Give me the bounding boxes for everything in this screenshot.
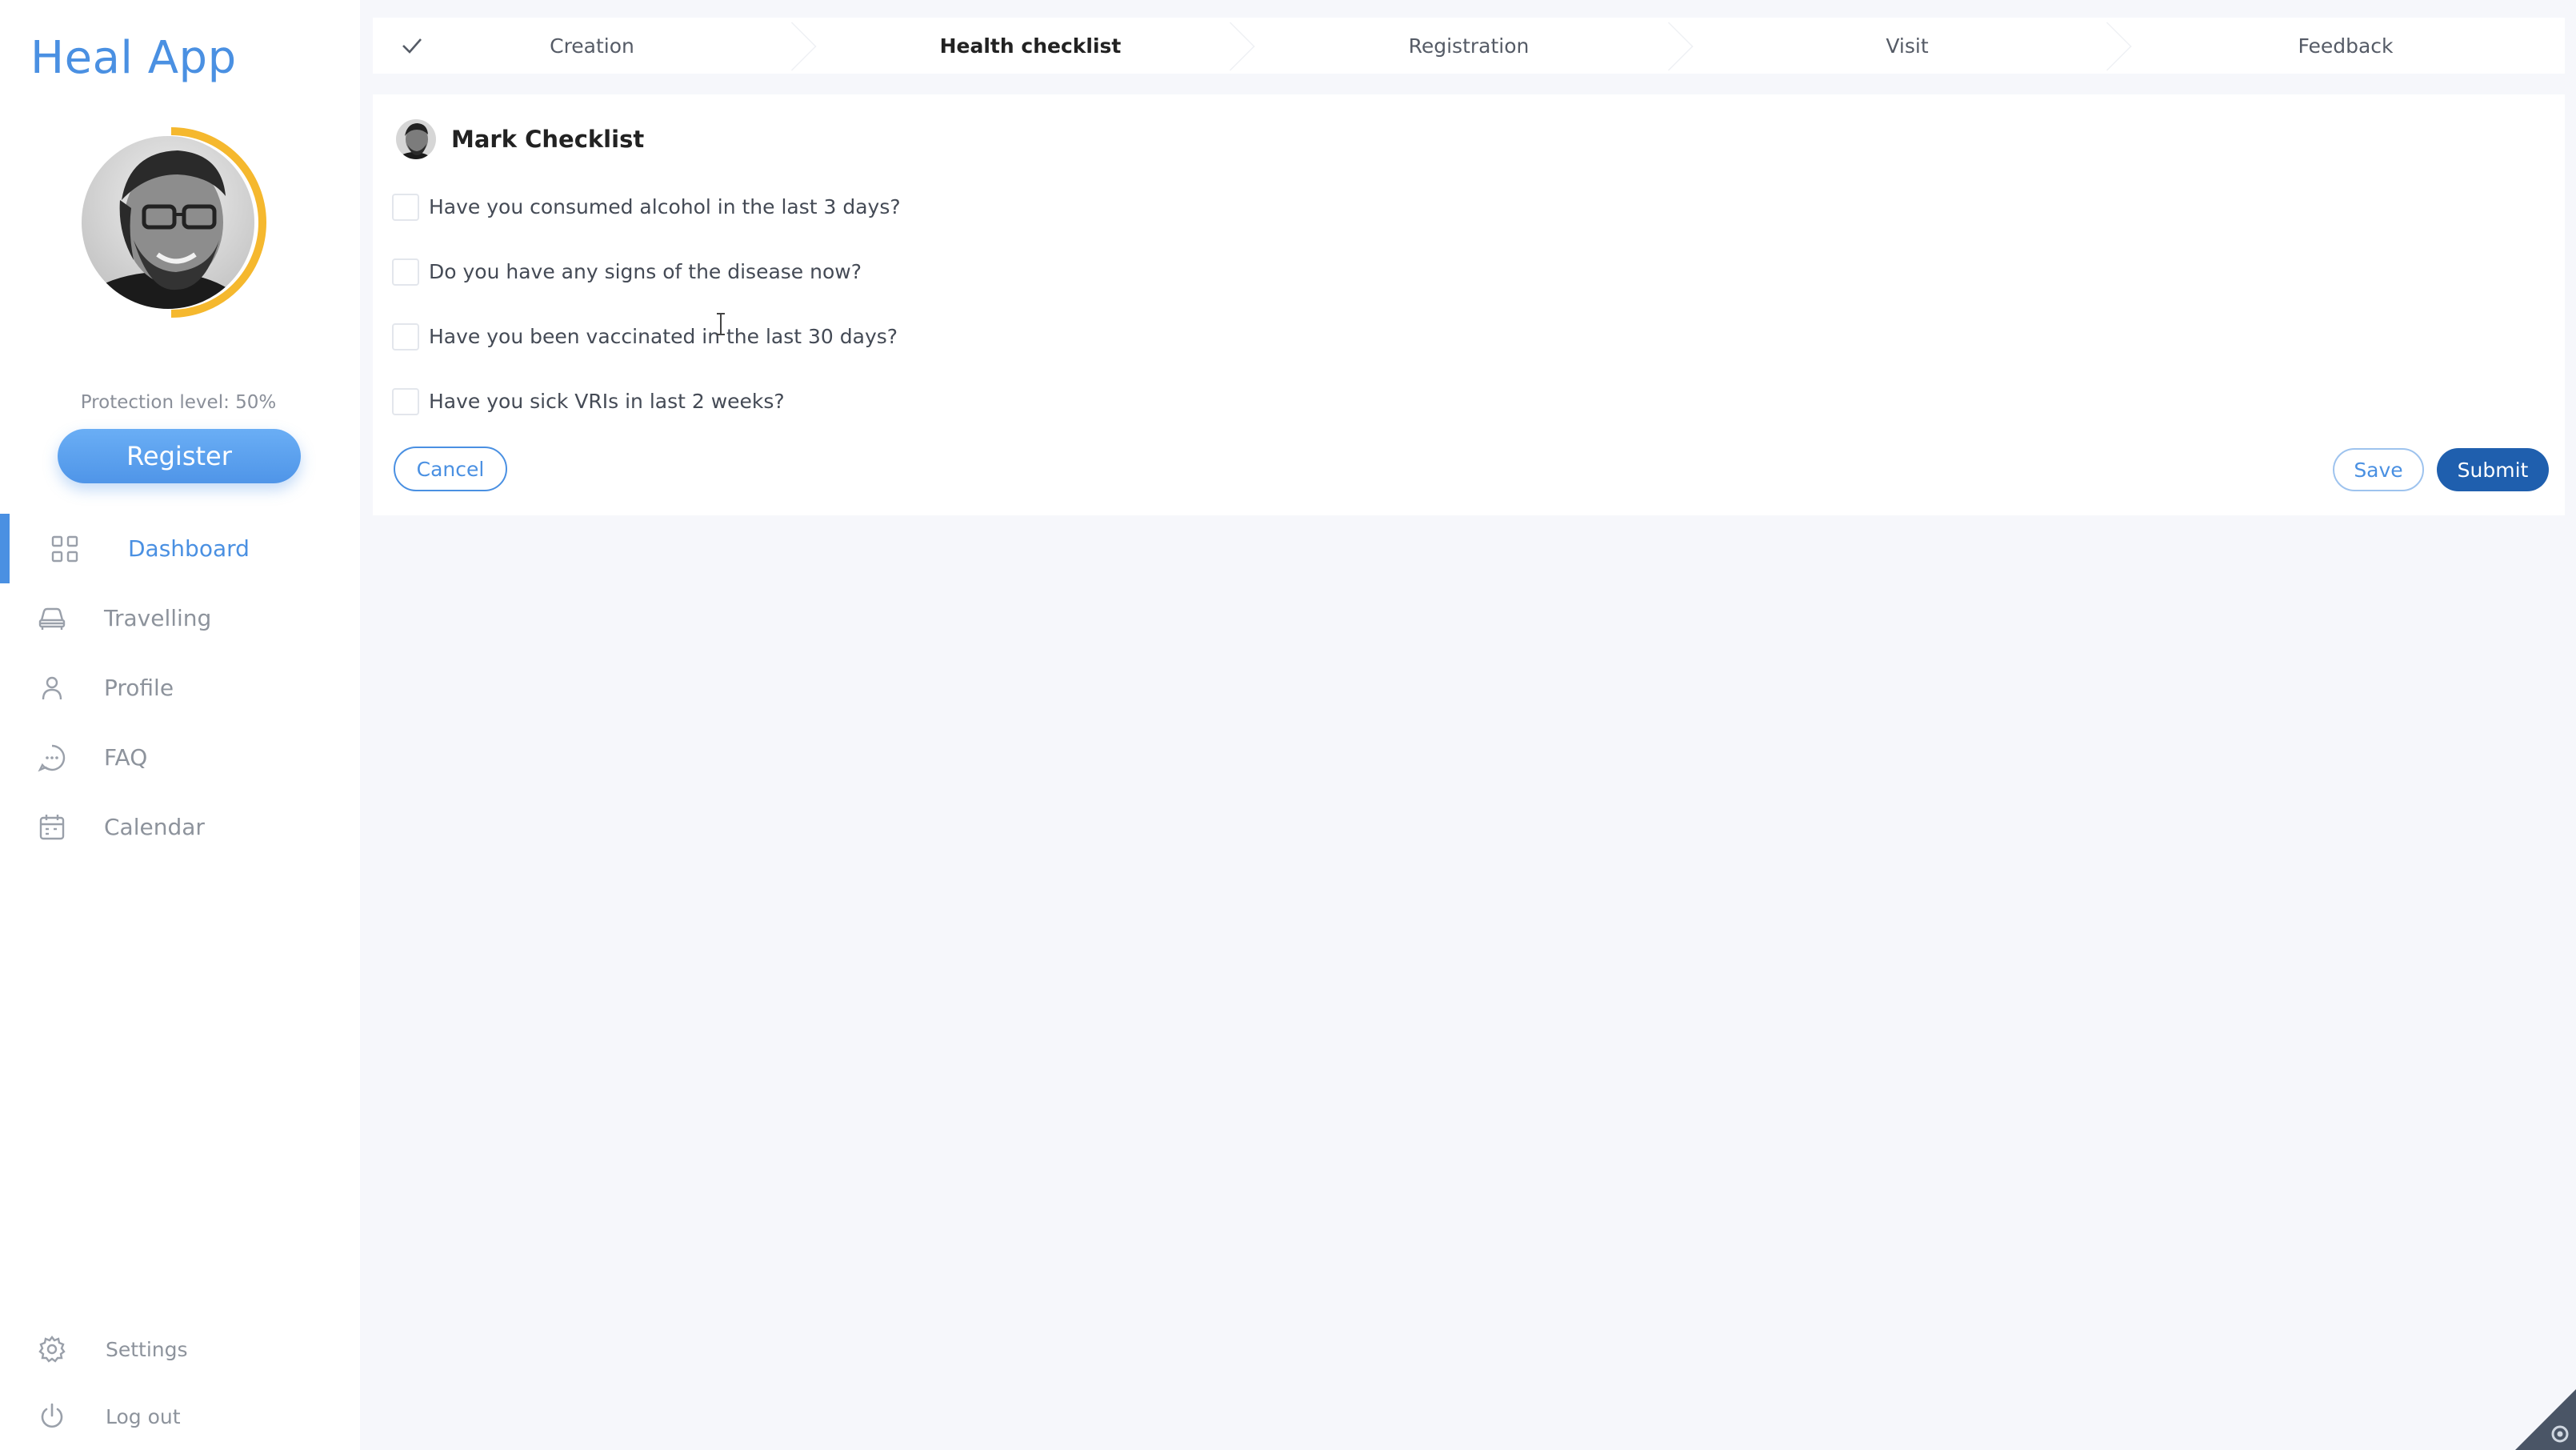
question-list: Have you consumed alcohol in the last 3 … <box>392 174 901 434</box>
step-label: Feedback <box>2298 34 2394 58</box>
sidebar-item-dashboard[interactable]: Dashboard <box>0 514 360 583</box>
corner-settings-tab[interactable] <box>2515 1389 2576 1450</box>
checklist-header: Mark Checklist <box>395 118 644 160</box>
grid-icon <box>50 534 80 564</box>
step-visit[interactable]: Visit <box>1688 18 2126 74</box>
user-avatar-small <box>396 119 436 159</box>
step-health-checklist[interactable]: Health checklist <box>811 18 1250 74</box>
checklist-card: Mark Checklist Have you consumed alcohol… <box>373 94 2565 515</box>
step-registration[interactable]: Registration <box>1250 18 1688 74</box>
list-item: Have you been vaccinated in the last 30 … <box>392 304 901 369</box>
sidebar-item-label: Travelling <box>104 605 212 631</box>
sidebar-nav: Dashboard Travelling Profile FAQ Calenda… <box>0 514 360 862</box>
register-button[interactable]: Register <box>58 429 301 483</box>
calendar-icon <box>37 812 67 843</box>
list-item: Have you consumed alcohol in the last 3 … <box>392 174 901 239</box>
avatar-progress-ring <box>76 127 266 318</box>
sidebar-item-faq[interactable]: FAQ <box>0 723 360 792</box>
gear-icon <box>37 1334 67 1364</box>
protection-level-text: Protection level: 50% <box>80 392 277 413</box>
step-feedback[interactable]: Feedback <box>2126 18 2565 74</box>
progress-stepper: Creation Health checklist Registration V… <box>373 18 2565 74</box>
car-icon <box>37 603 67 634</box>
list-item: Have you sick VRIs in last 2 weeks? <box>392 369 901 434</box>
list-item: Do you have any signs of the disease now… <box>392 239 901 304</box>
cancel-button[interactable]: Cancel <box>394 447 507 491</box>
step-label: Health checklist <box>939 34 1122 58</box>
app-title: Heal App <box>30 32 237 84</box>
question-text: Do you have any signs of the disease now… <box>429 260 862 283</box>
sidebar-item-label: FAQ <box>104 744 148 771</box>
question-checkbox[interactable] <box>392 387 419 415</box>
power-icon <box>37 1401 67 1432</box>
question-checkbox[interactable] <box>392 193 419 221</box>
avatar[interactable] <box>74 120 269 320</box>
sidebar-item-label: Settings <box>106 1337 188 1361</box>
submit-button[interactable]: Submit <box>2437 448 2549 491</box>
sidebar-bottom-nav: Settings Log out <box>0 1316 360 1450</box>
sidebar-item-label: Profile <box>104 675 174 701</box>
step-label: Registration <box>1408 34 1530 58</box>
sidebar: Heal App Protection level: 50% Register … <box>0 0 360 1450</box>
step-creation[interactable]: Creation <box>373 18 811 74</box>
check-icon <box>402 38 422 54</box>
sidebar-item-settings[interactable]: Settings <box>0 1316 360 1383</box>
user-icon <box>37 673 67 703</box>
sidebar-item-calendar[interactable]: Calendar <box>0 792 360 862</box>
sidebar-item-profile[interactable]: Profile <box>0 653 360 723</box>
step-label: Visit <box>1886 34 1929 58</box>
text-cursor-icon <box>717 313 725 335</box>
sidebar-item-travelling[interactable]: Travelling <box>0 583 360 653</box>
question-checkbox[interactable] <box>392 258 419 286</box>
sidebar-item-label: Calendar <box>104 814 205 840</box>
question-text: Have you consumed alcohol in the last 3 … <box>429 195 901 218</box>
step-label: Creation <box>550 34 634 58</box>
chat-icon <box>37 743 67 773</box>
sidebar-item-label: Log out <box>106 1404 181 1428</box>
checklist-title: Mark Checklist <box>451 126 645 153</box>
question-text: Have you sick VRIs in last 2 weeks? <box>429 390 785 413</box>
save-button[interactable]: Save <box>2333 448 2424 491</box>
question-checkbox[interactable] <box>392 322 419 350</box>
question-text: Have you been vaccinated in the last 30 … <box>429 325 898 348</box>
sidebar-item-label: Dashboard <box>128 535 250 562</box>
sidebar-item-logout[interactable]: Log out <box>0 1383 360 1450</box>
